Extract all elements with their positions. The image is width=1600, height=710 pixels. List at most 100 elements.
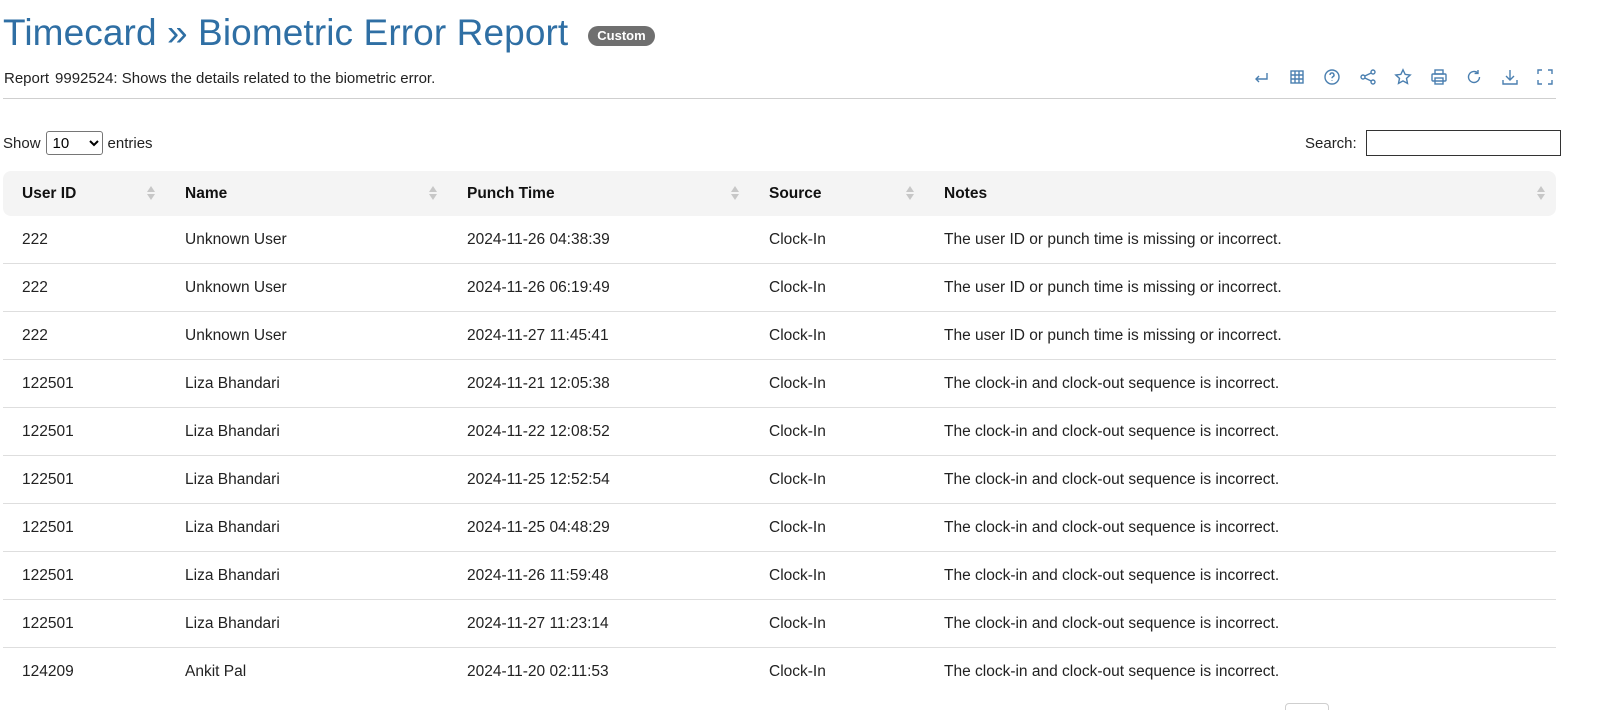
cell-name: Ankit Pal	[185, 662, 247, 680]
cell-name: Liza Bhandari	[166, 359, 448, 408]
column-header-source[interactable]: Source	[750, 171, 925, 216]
cell-notes: The clock-in and clock-out sequence is i…	[925, 455, 1556, 504]
download-icon[interactable]	[1499, 66, 1521, 88]
cell-source: Clock-In	[750, 359, 925, 408]
cell-punch-time: 2024-11-26 06:19:49	[448, 263, 750, 312]
sort-icon	[429, 185, 437, 201]
search-label: Search:	[1305, 134, 1357, 152]
cell-user-id: 122501	[3, 551, 166, 600]
entries-select[interactable]: 10	[45, 131, 103, 155]
report-table-container: User ID Name Punch Time Source Notes 222…	[3, 171, 1556, 695]
column-header-punch-time[interactable]: Punch Time	[448, 171, 750, 216]
cell-punch-time: 2024-11-25 04:48:29	[448, 503, 750, 552]
cell-notes: The user ID or punch time is missing or …	[925, 216, 1556, 264]
table-row: 122501 Liza Bhandari 2024-11-22 12:08:52…	[3, 407, 1556, 456]
sort-icon	[1537, 185, 1545, 201]
cell-punch-time: 2024-11-27 11:23:14	[448, 599, 750, 648]
column-header-label: User ID	[22, 184, 77, 202]
cell-user-id: 124209	[22, 662, 74, 680]
cell-user-id: 122501	[3, 359, 166, 408]
cell-source: Clock-In	[750, 263, 925, 312]
report-description: Report 9992524: Shows the details related…	[4, 70, 435, 87]
cell-name: Liza Bhandari	[166, 407, 448, 456]
search-control: Search:	[1305, 130, 1561, 156]
cell-user-id: 222	[3, 311, 166, 360]
page-title: Timecard » Biometric Error Report	[3, 12, 569, 53]
show-label: Show	[3, 134, 41, 152]
cell-name: Liza Bhandari	[166, 599, 448, 648]
cell-name: Unknown User	[166, 216, 448, 264]
cell-source: Clock-In	[750, 407, 925, 456]
cell-punch-time: 2024-11-20 02:11:53	[467, 662, 609, 680]
cell-source: Clock-In	[769, 662, 826, 680]
table-row: 122501 Liza Bhandari 2024-11-25 04:48:29…	[3, 503, 1556, 552]
table-row: 122501 Liza Bhandari 2024-11-27 11:23:14…	[3, 599, 1556, 648]
column-header-notes[interactable]: Notes	[925, 171, 1556, 216]
sort-icon	[906, 185, 914, 201]
cell-user-id: 122501	[3, 407, 166, 456]
table-row: 122501 Liza Bhandari 2024-11-25 12:52:54…	[3, 455, 1556, 504]
table-header-row: User ID Name Punch Time Source Notes	[3, 171, 1556, 216]
cell-punch-time: 2024-11-27 11:45:41	[448, 311, 750, 360]
table-row: 122501 Liza Bhandari 2024-11-26 11:59:48…	[3, 551, 1556, 600]
cell-notes: The clock-in and clock-out sequence is i…	[925, 551, 1556, 600]
cell-source: Clock-In	[750, 216, 925, 264]
cell-punch-time: 2024-11-26 11:59:48	[448, 551, 750, 600]
cell-notes: The clock-in and clock-out sequence is i…	[925, 503, 1556, 552]
cell-source: Clock-In	[750, 599, 925, 648]
cell-user-id: 122501	[3, 455, 166, 504]
report-label: Report	[4, 70, 50, 87]
cell-name: Unknown User	[166, 263, 448, 312]
cell-user-id: 122501	[3, 503, 166, 552]
cell-notes: The clock-in and clock-out sequence is i…	[944, 662, 1280, 680]
cell-punch-time: 2024-11-21 12:05:38	[448, 359, 750, 408]
cell-source: Clock-In	[750, 311, 925, 360]
column-header-user-id[interactable]: User ID	[3, 171, 166, 216]
cell-punch-time: 2024-11-22 12:08:52	[448, 407, 750, 456]
sort-icon	[147, 185, 155, 201]
search-input[interactable]	[1365, 130, 1561, 156]
cell-name: Liza Bhandari	[166, 551, 448, 600]
star-icon[interactable]	[1392, 66, 1414, 88]
cell-notes: The clock-in and clock-out sequence is i…	[925, 407, 1556, 456]
table-row: 222 Unknown User 2024-11-26 04:38:39 Clo…	[3, 216, 1556, 264]
cell-notes: The clock-in and clock-out sequence is i…	[925, 599, 1556, 648]
cell-user-id: 222	[3, 216, 166, 264]
cell-punch-time: 2024-11-26 04:38:39	[448, 216, 750, 264]
cell-name: Liza Bhandari	[166, 503, 448, 552]
cell-notes: The user ID or punch time is missing or …	[925, 263, 1556, 312]
custom-badge: Custom	[588, 26, 655, 46]
column-header-label: Notes	[944, 184, 988, 202]
report-toolbar	[1250, 66, 1556, 88]
refresh-icon[interactable]	[1463, 66, 1485, 88]
cell-user-id: 222	[3, 263, 166, 312]
help-icon[interactable]	[1321, 66, 1343, 88]
cell-name: Liza Bhandari	[166, 455, 448, 504]
cell-source: Clock-In	[750, 551, 925, 600]
cell-punch-time: 2024-11-25 12:52:54	[448, 455, 750, 504]
table-row: 222 Unknown User 2024-11-26 06:19:49 Clo…	[3, 263, 1556, 312]
print-icon[interactable]	[1428, 66, 1450, 88]
column-header-label: Name	[185, 184, 228, 202]
share-icon[interactable]	[1357, 66, 1379, 88]
report-description-text: 9992524: Shows the details related to th…	[55, 70, 436, 87]
header-divider	[3, 98, 1556, 99]
entries-length-control: Show 10 entries	[3, 131, 153, 155]
column-header-label: Source	[769, 184, 822, 202]
pagination-button[interactable]	[1285, 703, 1329, 710]
cell-notes: The clock-in and clock-out sequence is i…	[925, 359, 1556, 408]
report-table: User ID Name Punch Time Source Notes 222…	[3, 171, 1556, 695]
cell-source: Clock-In	[750, 455, 925, 504]
cell-notes: The user ID or punch time is missing or …	[925, 311, 1556, 360]
fullscreen-icon[interactable]	[1534, 66, 1556, 88]
cell-name: Unknown User	[166, 311, 448, 360]
cell-source: Clock-In	[750, 503, 925, 552]
grid-icon[interactable]	[1286, 66, 1308, 88]
table-body: 222 Unknown User 2024-11-26 04:38:39 Clo…	[3, 216, 1556, 695]
column-header-name[interactable]: Name	[166, 171, 448, 216]
back-arrow-icon[interactable]	[1250, 66, 1272, 88]
table-row: 124209 Ankit Pal 2024-11-20 02:11:53 Clo…	[3, 648, 1556, 696]
column-header-label: Punch Time	[467, 184, 555, 202]
entries-label: entries	[107, 134, 153, 152]
sort-icon	[731, 185, 739, 201]
